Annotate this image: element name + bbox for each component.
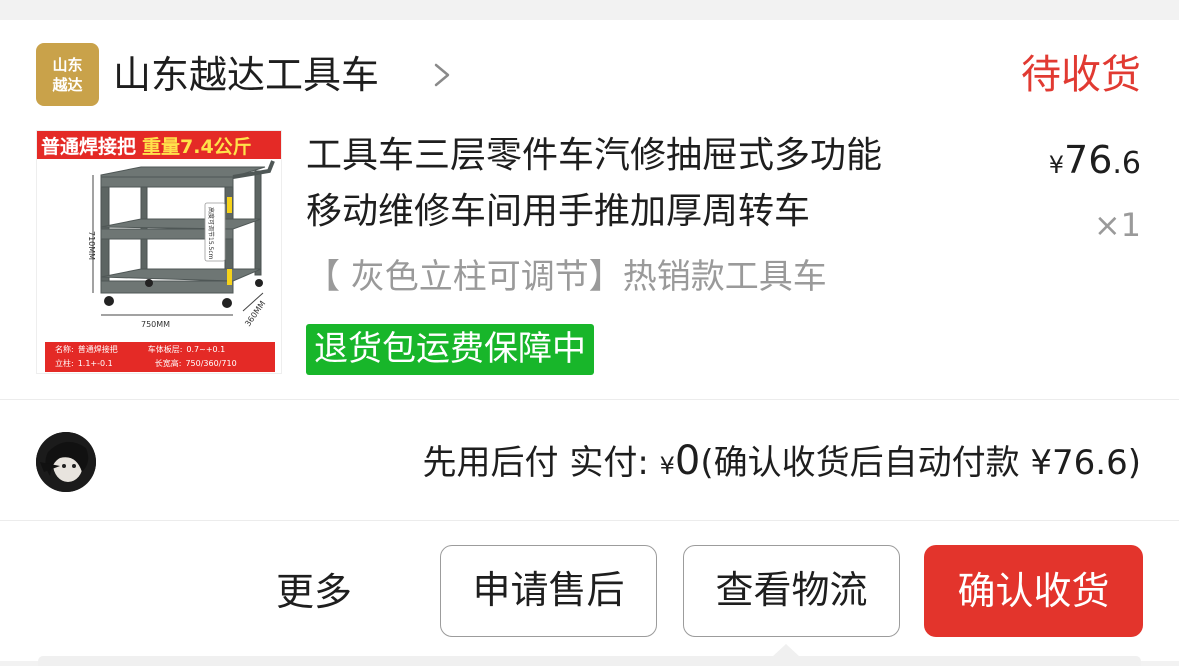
product-title-line1: 工具车三层零件车汽修抽屉式多功能: [306, 135, 883, 176]
thumb-dim-height: 710MM: [87, 231, 96, 260]
thumb-spec-name-val: 普通焊接把: [77, 345, 118, 354]
thumb-spec-pillar-key: 立柱:: [55, 359, 74, 368]
order-status: 待收货: [1021, 52, 1141, 98]
divider: [0, 520, 1179, 521]
product-thumbnail[interactable]: 普通焊接把 重量7.4公斤 710MM 750MM 360MM 高度可调节15.…: [36, 130, 282, 374]
payment-amount: 0: [674, 438, 701, 484]
product-title[interactable]: 工具车三层零件车汽修抽屉式多功能 移动维修车间用手推加厚周转车: [306, 128, 1006, 240]
thumb-height-note: 高度可调节15.5cm: [207, 207, 215, 260]
payment-label: 先用后付 实付:: [422, 443, 649, 483]
chevron-right-icon[interactable]: [424, 56, 462, 94]
confirm-receipt-button[interactable]: 确认收货: [924, 545, 1143, 637]
return-shipping-guarantee-badge: 退货包运费保障中: [306, 324, 594, 375]
payment-currency: ¥: [659, 452, 675, 480]
shop-logo-line1: 山东: [52, 55, 83, 74]
more-button[interactable]: 更多: [276, 566, 352, 618]
order-card: 山东 越达 山东越达工具车 待收货 普通焊接把 重量7.4公斤 710MM 75…: [0, 20, 1179, 666]
bottom-tip-strip: [38, 656, 1141, 666]
product-sku: 【 灰色立柱可调节】热销款工具车: [306, 257, 827, 297]
divider: [0, 399, 1179, 400]
avatar-image: [36, 432, 96, 492]
shop-logo[interactable]: 山东 越达: [36, 43, 99, 106]
payment-note: (确认收货后自动付款 ¥76.6): [700, 443, 1141, 483]
price-integer: 76: [1064, 138, 1113, 182]
price-decimal: .6: [1112, 146, 1141, 181]
shop-name[interactable]: 山东越达工具车: [113, 50, 379, 100]
view-logistics-button[interactable]: 查看物流: [683, 545, 900, 637]
thumb-spec-pillar-val: 1.1+-0.1: [77, 359, 113, 368]
thumb-spec-board-val: 0.7~+0.1: [186, 345, 226, 354]
thumb-dim-depth: 360MM: [243, 299, 267, 328]
thumb-spec-board-key: 车体板层:: [147, 345, 183, 354]
product-quantity: ×1: [1093, 206, 1141, 244]
product-price: ¥76.6: [1049, 135, 1141, 185]
thumb-spec-size-key: 长宽高:: [154, 359, 182, 368]
product-title-line2: 移动维修车间用手推加厚周转车: [306, 191, 811, 232]
thumb-spec-table: 名称: 普通焊接把 车体板层: 0.7~+0.1 立柱: 1.1+-0.1 长宽…: [45, 342, 275, 372]
apply-after-sales-button[interactable]: 申请售后: [440, 545, 657, 637]
tool-cart-image: 710MM 750MM 360MM 高度可调节15.5cm: [87, 160, 275, 329]
price-currency: ¥: [1048, 151, 1065, 179]
shop-logo-line2: 越达: [52, 75, 83, 94]
avatar[interactable]: [36, 432, 96, 492]
payment-info: 先用后付 实付: ¥0(确认收货后自动付款 ¥76.6): [423, 436, 1141, 486]
thumb-dim-width: 750MM: [141, 320, 170, 329]
thumb-spec-size-val: 750/360/710: [185, 359, 237, 368]
thumb-spec-name-key: 名称:: [55, 345, 74, 354]
